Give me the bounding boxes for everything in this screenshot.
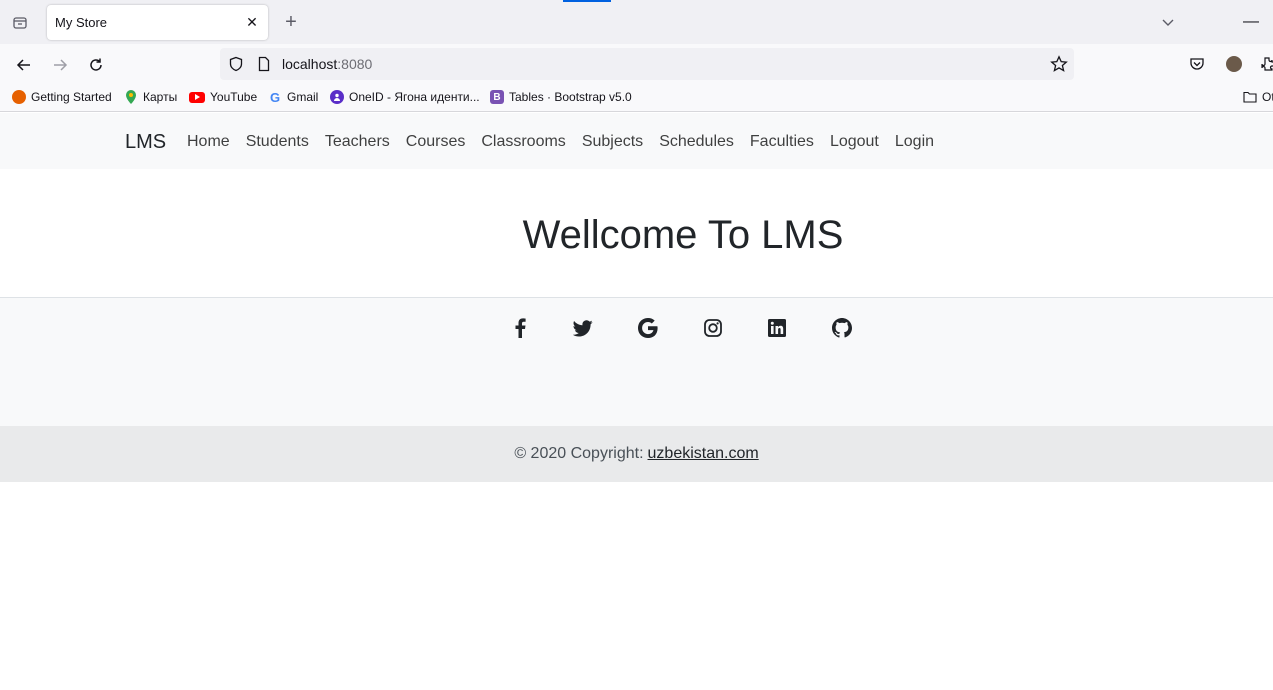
nav-link-subjects[interactable]: Subjects: [582, 133, 643, 151]
linkedin-icon[interactable]: [767, 318, 787, 338]
url-port: :8080: [337, 56, 373, 72]
chevron-down-icon[interactable]: [1158, 12, 1178, 32]
nav-link-courses[interactable]: Courses: [406, 133, 466, 151]
tab-list-icon[interactable]: [8, 11, 32, 35]
browser-toolbar: localhost:8080: [0, 44, 1273, 86]
google-icon: G: [269, 89, 281, 105]
bookmark-label: Ot: [1262, 90, 1273, 104]
extensions-icon[interactable]: [1258, 54, 1273, 74]
address-bar[interactable]: localhost:8080: [220, 48, 1074, 80]
firefox-icon: [12, 90, 26, 104]
bookmarks-toolbar: Getting Started Карты YouTube G Gmail On…: [0, 86, 1273, 112]
forward-arrow-icon[interactable]: [48, 53, 72, 77]
minimize-icon[interactable]: —: [1241, 12, 1261, 32]
close-icon[interactable]: ✕: [244, 14, 260, 30]
nav-link-classrooms[interactable]: Classrooms: [481, 133, 565, 151]
back-arrow-icon[interactable]: [12, 53, 36, 77]
bookmark-label: YouTube: [210, 90, 258, 104]
facebook-icon[interactable]: [510, 318, 530, 338]
pocket-icon[interactable]: [1187, 54, 1207, 74]
nav-links: Home Students Teachers Courses Classroom…: [187, 133, 950, 151]
account-avatar-icon[interactable]: [1224, 54, 1244, 74]
copyright-bar: © 2020 Copyright: uzbekistan.com: [0, 426, 1273, 482]
url-text: localhost:8080: [282, 56, 372, 72]
bookmark-label: Tables · Bootstrap v5.0: [509, 90, 632, 104]
folder-icon: [1243, 90, 1257, 104]
bookmark-bootstrap[interactable]: B Tables · Bootstrap v5.0: [490, 90, 632, 104]
maps-pin-icon: [124, 90, 138, 104]
nav-link-home[interactable]: Home: [187, 133, 230, 151]
page-icon: [256, 56, 272, 72]
reload-icon[interactable]: [84, 53, 108, 77]
nav-link-faculties[interactable]: Faculties: [750, 133, 814, 151]
bookmark-label: Getting Started: [31, 90, 112, 104]
tab-indicator: [563, 0, 611, 2]
bookmark-other[interactable]: Ot: [1243, 90, 1273, 104]
star-icon[interactable]: [1050, 55, 1068, 73]
bookmark-youtube[interactable]: YouTube: [189, 90, 257, 104]
shield-icon[interactable]: [228, 56, 244, 72]
oneid-icon: [330, 90, 344, 104]
url-host: localhost: [282, 56, 338, 72]
youtube-icon: [189, 91, 205, 103]
copyright-link[interactable]: uzbekistan.com: [648, 445, 759, 463]
bookmark-oneid[interactable]: OneID - Ягона иденти...: [330, 90, 480, 104]
google-icon[interactable]: [638, 318, 658, 338]
nav-link-schedules[interactable]: Schedules: [659, 133, 734, 151]
new-tab-icon[interactable]: +: [280, 11, 302, 33]
bookmark-gmail[interactable]: G Gmail: [268, 89, 319, 105]
navbar-brand[interactable]: LMS: [125, 131, 166, 154]
bookmark-label: OneID - Ягона иденти...: [349, 90, 480, 104]
site-navbar: LMS Home Students Teachers Courses Class…: [0, 113, 1273, 169]
nav-link-students[interactable]: Students: [246, 133, 309, 151]
bookmark-label: Карты: [143, 90, 178, 104]
bookmark-getting-started[interactable]: Getting Started: [12, 90, 112, 104]
tab-strip: My Store ✕ + —: [0, 0, 1273, 44]
nav-link-logout[interactable]: Logout: [830, 133, 879, 151]
twitter-icon[interactable]: [573, 318, 593, 338]
tab-title: My Store: [55, 15, 108, 30]
bookmark-maps[interactable]: Карты: [124, 90, 177, 104]
bookmark-label: Gmail: [287, 90, 319, 104]
tab-my-store[interactable]: My Store ✕: [47, 5, 268, 40]
nav-link-teachers[interactable]: Teachers: [325, 133, 390, 151]
instagram-icon[interactable]: [703, 318, 723, 338]
nav-link-login[interactable]: Login: [895, 133, 934, 151]
copyright-text: © 2020 Copyright:: [514, 445, 644, 462]
page-heading: Wellcome To LMS: [522, 213, 844, 257]
site-footer: © 2020 Copyright: uzbekistan.com: [0, 297, 1273, 482]
github-icon[interactable]: [832, 318, 852, 338]
bootstrap-icon: B: [490, 90, 504, 104]
